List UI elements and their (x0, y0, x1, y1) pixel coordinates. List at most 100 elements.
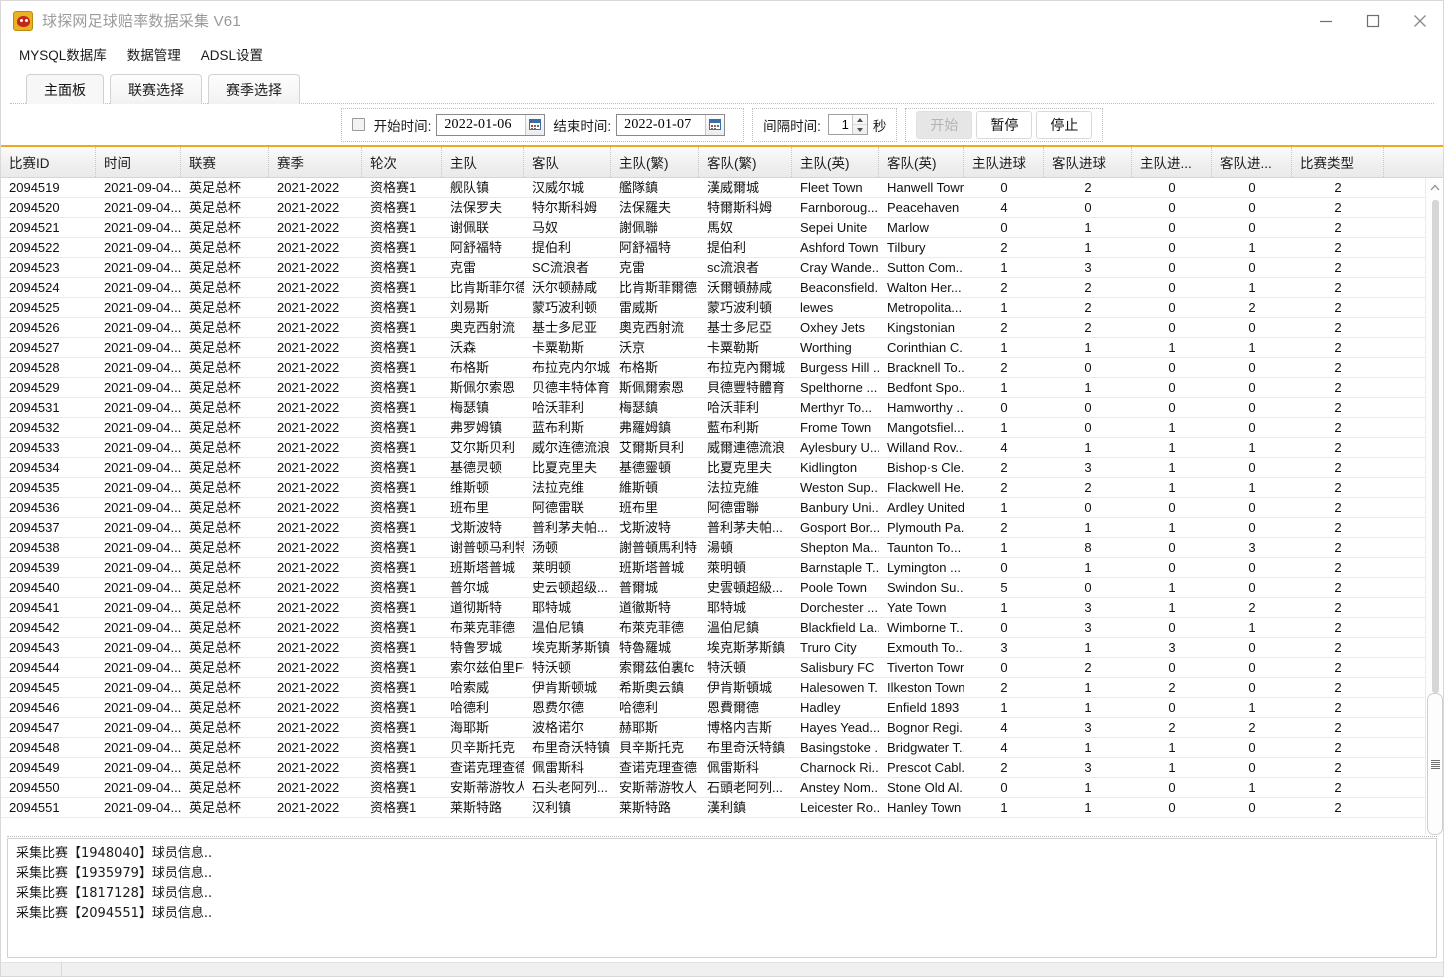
maximize-icon (1366, 14, 1379, 27)
table-cell: 1 (1084, 380, 1092, 395)
interval-stepper[interactable]: 1 (827, 114, 868, 135)
column-header-league[interactable]: 联赛 (181, 147, 269, 177)
table-cell: 3 (1000, 640, 1008, 655)
table-cell: 资格赛1 (370, 200, 417, 215)
column-header-away-goals-ht[interactable]: 客队进... (1212, 147, 1292, 177)
table-row[interactable]: 2094531 2021-09-04... 英足总杯 2021-2022 资格赛1 梅瑟镇… (1, 398, 1443, 418)
table-row[interactable]: 2094521 2021-09-04... 英足总杯 2021-2022 资格赛1 谢佩联… (1, 218, 1443, 238)
close-button[interactable] (1396, 1, 1443, 40)
table-row[interactable]: 2094547 2021-09-04... 英足总杯 2021-2022 资格赛1 海耶斯… (1, 718, 1443, 738)
column-header-match-id[interactable]: 比赛ID (1, 147, 96, 177)
column-header-home-team-trad[interactable]: 主队(繁) (611, 147, 699, 177)
table-cell: Salisbury FC (800, 660, 875, 675)
start-button[interactable]: 开始 (916, 110, 973, 139)
column-header-match-type[interactable]: 比赛类型 (1292, 147, 1384, 177)
table-cell: 2021-09-04... (104, 360, 181, 375)
maximize-button[interactable] (1349, 1, 1396, 40)
table-row[interactable]: 2094532 2021-09-04... 英足总杯 2021-2022 资格赛1 弗罗姆… (1, 418, 1443, 438)
table-row[interactable]: 2094527 2021-09-04... 英足总杯 2021-2022 资格赛1 沃森 卡… (1, 338, 1443, 358)
tab-league-selection[interactable]: 联赛选择 (110, 74, 202, 104)
table-cell: 谢普顿马利特 (450, 540, 524, 555)
log-output[interactable]: 采集比赛【1948040】球员信息.. 采集比赛【1935979】球员信息.. 采集… (7, 838, 1437, 958)
table-row[interactable]: 2094544 2021-09-04... 英足总杯 2021-2022 资格赛1 索尔兹… (1, 658, 1443, 678)
table-row[interactable]: 2094549 2021-09-04... 英足总杯 2021-2022 资格赛1 查诺克… (1, 758, 1443, 778)
interval-spin-arrows[interactable] (851, 115, 867, 134)
column-header-home-team-en[interactable]: 主队(英) (792, 147, 879, 177)
table-row[interactable]: 2094524 2021-09-04... 英足总杯 2021-2022 资格赛1 比肯斯… (1, 278, 1443, 298)
table-row[interactable]: 2094522 2021-09-04... 英足总杯 2021-2022 资格赛1 阿舒福… (1, 238, 1443, 258)
end-date-picker[interactable]: 2022-01-07 (616, 113, 726, 136)
column-header-away-team-trad[interactable]: 客队(繁) (699, 147, 792, 177)
menu-item-adsl-settings[interactable]: ADSL设置 (191, 41, 273, 67)
table-row[interactable]: 2094525 2021-09-04... 英足总杯 2021-2022 资格赛1 刘易斯… (1, 298, 1443, 318)
table-row[interactable]: 2094528 2021-09-04... 英足总杯 2021-2022 资格赛1 布格斯… (1, 358, 1443, 378)
table-cell: 1 (1000, 700, 1008, 715)
table-row[interactable]: 2094538 2021-09-04... 英足总杯 2021-2022 资格赛1 谢普顿… (1, 538, 1443, 558)
table-row[interactable]: 2094546 2021-09-04... 英足总杯 2021-2022 资格赛1 哈德利… (1, 698, 1443, 718)
table-cell: 2094531 (9, 400, 60, 415)
column-header-away-team[interactable]: 客队 (524, 147, 611, 177)
table-row[interactable]: 2094529 2021-09-04... 英足总杯 2021-2022 资格赛1 斯佩尔… (1, 378, 1443, 398)
table-row[interactable]: 2094526 2021-09-04... 英足总杯 2021-2022 资格赛1 奥克西… (1, 318, 1443, 338)
interval-increment-button[interactable] (853, 115, 867, 124)
table-row[interactable]: 2094551 2021-09-04... 英足总杯 2021-2022 资格赛1 莱斯特… (1, 798, 1443, 818)
table-row[interactable]: 2094543 2021-09-04... 英足总杯 2021-2022 资格赛1 特鲁罗… (1, 638, 1443, 658)
table-row[interactable]: 2094519 2021-09-04... 英足总杯 2021-2022 资格赛1 舰队镇… (1, 178, 1443, 198)
table-cell: 2021-09-04... (104, 400, 181, 415)
enable-time-range-checkbox[interactable] (351, 118, 365, 131)
table-row[interactable]: 2094550 2021-09-04... 英足总杯 2021-2022 资格赛1 安斯蒂… (1, 778, 1443, 798)
table-row[interactable]: 2094537 2021-09-04... 英足总杯 2021-2022 资格赛1 戈斯波… (1, 518, 1443, 538)
scrollbar-track[interactable] (1426, 196, 1443, 835)
grid-vertical-scrollbar[interactable] (1425, 178, 1443, 835)
scroll-up-button[interactable] (1426, 178, 1443, 196)
table-row[interactable]: 2094542 2021-09-04... 英足总杯 2021-2022 资格赛1 布莱克… (1, 618, 1443, 638)
table-cell: 0 (1168, 240, 1176, 255)
table-cell: 英足总杯 (189, 280, 242, 295)
minimize-button[interactable] (1302, 1, 1349, 40)
column-header-away-goals[interactable]: 客队进球 (1044, 147, 1132, 177)
table-cell: 2021-09-04... (104, 660, 181, 675)
end-date-dropdown-button[interactable] (705, 114, 725, 135)
start-date-dropdown-button[interactable] (525, 114, 545, 135)
interval-decrement-button[interactable] (852, 124, 867, 134)
tab-main-panel[interactable]: 主面板 (26, 74, 104, 104)
column-header-season[interactable]: 赛季 (269, 147, 362, 177)
grid-body[interactable]: 2094519 2021-09-04... 英足总杯 2021-2022 资格赛1 舰队镇… (1, 178, 1443, 835)
table-cell: 0 (1168, 220, 1176, 235)
table-row[interactable]: 2094540 2021-09-04... 英足总杯 2021-2022 资格赛1 普尔城… (1, 578, 1443, 598)
table-cell: 马奴 (532, 220, 559, 235)
column-header-home-goals-ht[interactable]: 主队进... (1132, 147, 1212, 177)
table-row[interactable]: 2094533 2021-09-04... 英足总杯 2021-2022 资格赛1 艾尔斯… (1, 438, 1443, 458)
table-cell: 资格赛1 (370, 220, 417, 235)
table-row[interactable]: 2094534 2021-09-04... 英足总杯 2021-2022 资格赛1 基德灵… (1, 458, 1443, 478)
column-header-home-goals[interactable]: 主队进球 (964, 147, 1044, 177)
table-cell: 3 (1248, 540, 1256, 555)
status-bar-segment (1, 963, 62, 976)
table-cell: 英足总杯 (189, 700, 242, 715)
table-row[interactable]: 2094539 2021-09-04... 英足总杯 2021-2022 资格赛1 班斯塔… (1, 558, 1443, 578)
tab-season-selection[interactable]: 赛季选择 (208, 74, 300, 104)
menu-item-data-management[interactable]: 数据管理 (117, 41, 191, 67)
table-row[interactable]: 2094536 2021-09-04... 英足总杯 2021-2022 资格赛1 班布里… (1, 498, 1443, 518)
column-header-time[interactable]: 时间 (96, 147, 181, 177)
chevron-down-icon (856, 127, 863, 132)
scrollbar-thumb[interactable] (1427, 693, 1443, 835)
pause-button[interactable]: 暂停 (976, 110, 1033, 139)
column-header-away-team-en[interactable]: 客队(英) (879, 147, 964, 177)
menu-item-mysql[interactable]: MYSQL数据库 (9, 41, 117, 67)
table-row[interactable]: 2094545 2021-09-04... 英足总杯 2021-2022 资格赛1 哈索威… (1, 678, 1443, 698)
start-date-picker[interactable]: 2022-01-06 (436, 113, 546, 136)
table-row[interactable]: 2094535 2021-09-04... 英足总杯 2021-2022 资格赛1 维斯顿… (1, 478, 1443, 498)
table-cell: 资格赛1 (370, 480, 417, 495)
table-row[interactable]: 2094520 2021-09-04... 英足总杯 2021-2022 资格赛1 法保罗… (1, 198, 1443, 218)
table-row[interactable]: 2094523 2021-09-04... 英足总杯 2021-2022 资格赛1 克雷 S… (1, 258, 1443, 278)
stop-button[interactable]: 停止 (1036, 110, 1093, 139)
table-cell: Ashford Town (800, 240, 879, 255)
table-cell: 0 (1248, 360, 1256, 375)
table-row[interactable]: 2094541 2021-09-04... 英足总杯 2021-2022 资格赛1 道彻斯… (1, 598, 1443, 618)
table-cell: 1 (1000, 600, 1008, 615)
column-header-home-team[interactable]: 主队 (442, 147, 524, 177)
table-row[interactable]: 2094548 2021-09-04... 英足总杯 2021-2022 资格赛1 贝辛斯… (1, 738, 1443, 758)
table-cell: 0 (1168, 780, 1176, 795)
column-header-round[interactable]: 轮次 (362, 147, 442, 177)
